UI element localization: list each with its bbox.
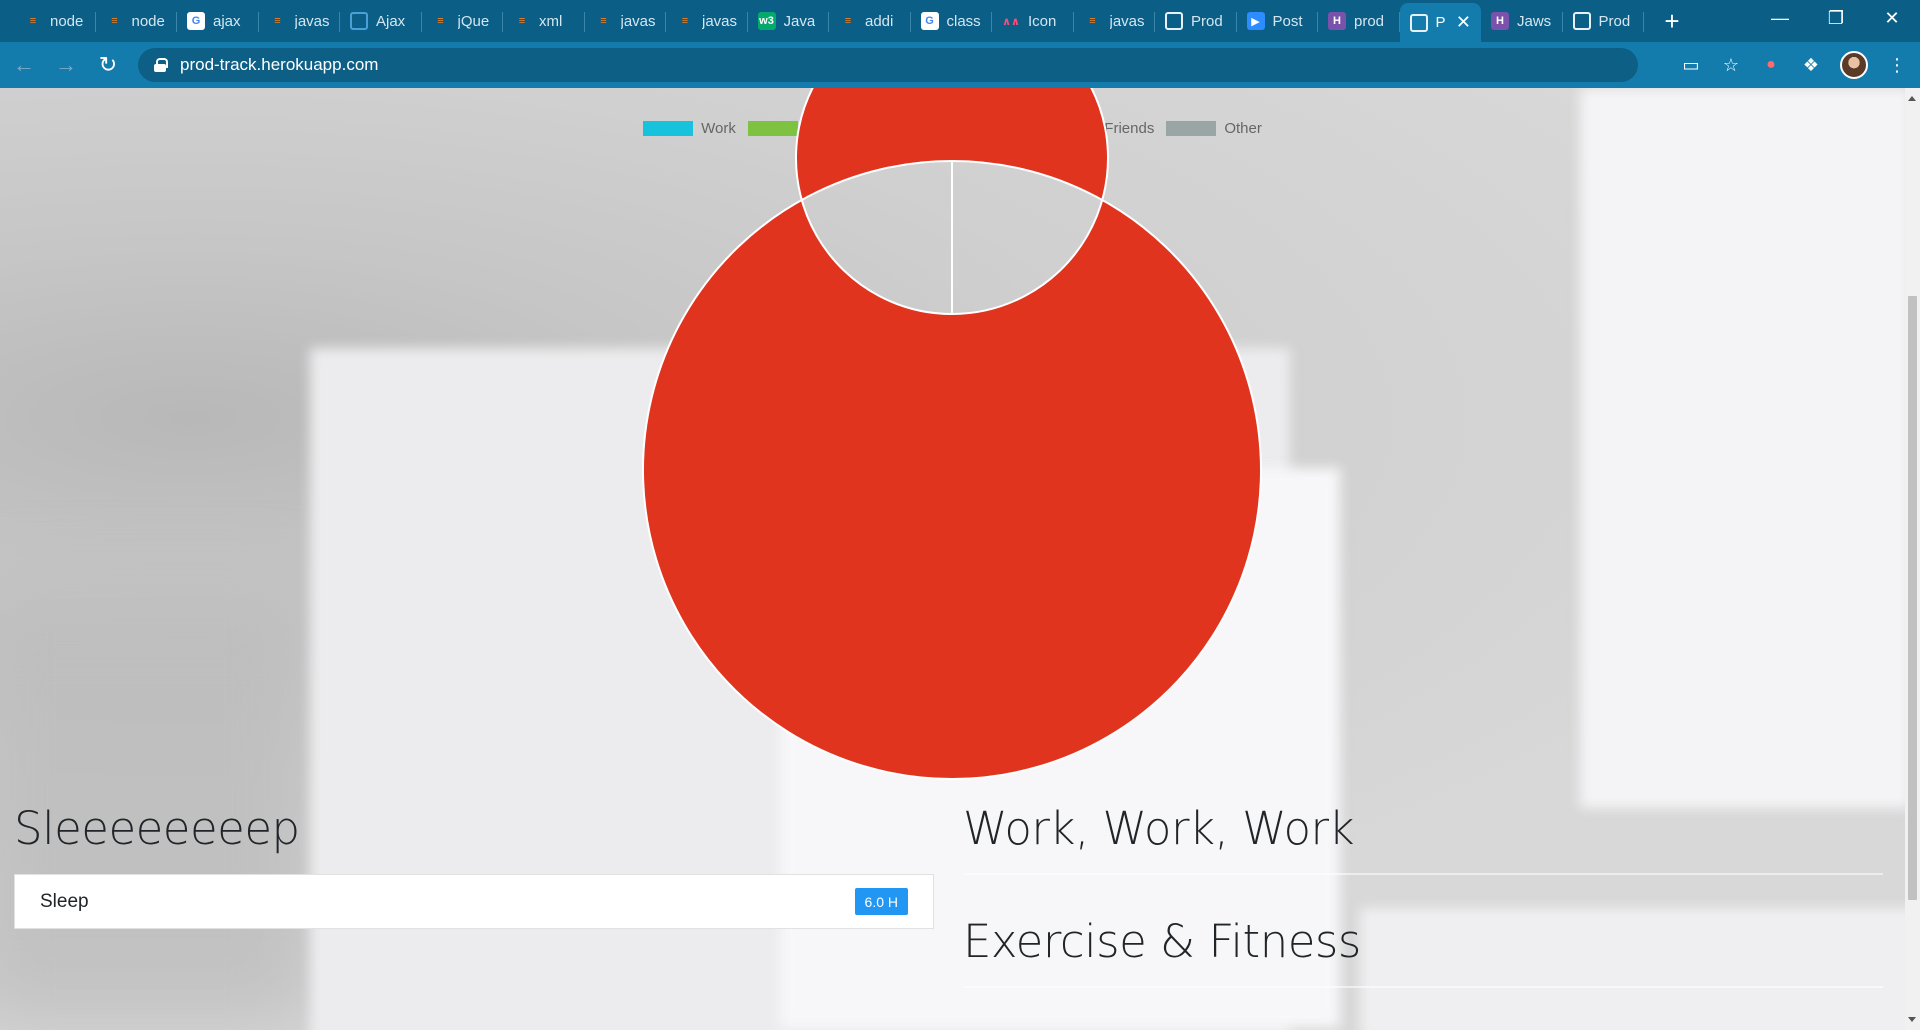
extensions-puzzle-icon[interactable]: ❖ — [1800, 54, 1822, 76]
toolbar-actions: ▭ ☆ ● ❖ ⋮ — [1680, 42, 1908, 88]
stackoverflow-icon: ≡ — [274, 15, 281, 27]
new-tab-button[interactable]: + — [1656, 5, 1688, 37]
minimize-icon[interactable]: — — [1752, 0, 1808, 36]
tab-title: Jaws — [1517, 12, 1552, 30]
tab-title: xml — [539, 12, 563, 30]
tab-title: Java — [783, 12, 816, 30]
w3schools-icon: w3 — [757, 12, 776, 30]
scroll-down-icon[interactable] — [1908, 1017, 1916, 1022]
browser-tab[interactable]: P ✕ — [1399, 3, 1481, 42]
reload-icon[interactable]: ↻ — [90, 47, 126, 83]
browser-tab[interactable]: H Jaws — [1481, 3, 1563, 39]
stackoverflow-icon: ≡ — [437, 15, 444, 27]
stackoverflow-icon: ≡ — [844, 15, 852, 27]
tab-title: Prod — [1598, 12, 1631, 30]
address-bar[interactable]: prod-track.herokuapp.com — [138, 48, 1638, 82]
browser-tab[interactable]: ≡ xml — [503, 3, 585, 39]
browser-tab[interactable]: ≡ javas — [666, 3, 748, 39]
globe-icon — [1165, 12, 1183, 30]
url-text[interactable]: prod-track.herokuapp.com — [180, 55, 378, 75]
stackoverflow-icon: ≡ — [29, 15, 37, 27]
heroku-icon: H — [1491, 12, 1509, 30]
browser-tab[interactable]: ∧∧ Icon — [992, 3, 1074, 39]
tab-list: ≡ node ≡ node Gajax ≡ javas Ajax ≡ jQue ≡ xml ≡ javas… — [0, 0, 1644, 42]
tab-title: Icon — [1028, 12, 1057, 30]
work-divider — [963, 873, 1883, 875]
browser-tab[interactable]: ≡ addi — [829, 3, 911, 39]
sleep-item-label: Sleep — [40, 890, 89, 912]
browser-tab[interactable]: ≡ jQue — [422, 3, 504, 39]
browser-tab-strip: ≡ node ≡ node Gajax ≡ javas Ajax ≡ jQue ≡ xml ≡ javas… — [0, 0, 1920, 42]
browser-tab[interactable]: Gclass — [911, 3, 993, 39]
tab-title: Ajax — [376, 12, 406, 30]
sleep-section-title: Sleeeeeeeep — [14, 802, 300, 855]
tab-title: jQue — [457, 12, 490, 30]
browser-tab[interactable]: Prod — [1563, 3, 1645, 39]
tab-title: addi — [865, 12, 894, 30]
tab-title: prod — [1354, 12, 1385, 30]
tab-title: javas — [620, 12, 656, 30]
vertical-scrollbar[interactable] — [1905, 88, 1920, 1030]
tab-title: javas — [294, 12, 330, 30]
scroll-up-icon[interactable] — [1908, 96, 1916, 101]
kebab-menu-icon[interactable]: ⋮ — [1886, 54, 1908, 76]
globe-icon — [1572, 12, 1591, 30]
browser-tab[interactable]: w3 Java — [748, 3, 830, 39]
globe-icon — [1409, 13, 1428, 32]
heroku-icon: H — [1328, 12, 1346, 30]
profile-avatar[interactable] — [1840, 51, 1868, 79]
browser-tab[interactable]: Ajax — [340, 3, 422, 39]
bookmark-star-icon[interactable]: ☆ — [1720, 54, 1742, 76]
sleep-list-item: Sleep 6.0 H — [14, 874, 934, 929]
stackoverflow-icon: ≡ — [681, 15, 689, 27]
tab-title: class — [946, 12, 981, 30]
browser-toolbar: ← → ↻ prod-track.herokuapp.com ▭ ☆ ● ❖ ⋮ — [0, 42, 1920, 88]
page-viewport: WorkExerciseSleepFamily & FriendsOther S… — [0, 88, 1905, 1030]
tab-title: ajax — [213, 12, 241, 30]
browser-tab[interactable]: Hprod — [1318, 3, 1400, 39]
tab-title: Post — [1272, 12, 1303, 30]
zoom-icon: ▶ — [1246, 12, 1265, 30]
tab-title: P — [1435, 14, 1446, 31]
browser-tab[interactable]: ≡ javas — [1074, 3, 1156, 39]
window-controls: — ❐ ✕ — [1752, 0, 1920, 36]
google-icon: G — [187, 12, 205, 30]
browser-tab[interactable]: ≡ javas — [585, 3, 667, 39]
google-icon: G — [920, 12, 939, 30]
tab-title: node — [50, 12, 84, 30]
tab-title: javas — [1109, 12, 1145, 30]
close-window-icon[interactable]: ✕ — [1864, 0, 1920, 36]
restore-icon[interactable]: ❐ — [1808, 0, 1864, 36]
tab-title: javas — [702, 12, 738, 30]
work-section-title: Work, Work, Work — [963, 802, 1355, 855]
stackoverflow-icon: ≡ — [518, 15, 526, 27]
browser-tab[interactable]: ≡ node — [96, 3, 178, 39]
hours-badge: 6.0 H — [854, 888, 908, 915]
circle-icon — [350, 12, 368, 30]
close-tab-icon[interactable]: ✕ — [1456, 12, 1471, 33]
forward-arrow-icon[interactable]: → — [48, 47, 84, 83]
browser-tab[interactable]: Gajax — [177, 3, 259, 39]
exercise-divider — [963, 986, 1883, 988]
stackoverflow-icon: ≡ — [111, 15, 118, 27]
browser-tab[interactable]: ▶ Post — [1237, 3, 1319, 39]
browser-tab[interactable]: Prod — [1155, 3, 1237, 39]
scrollbar-thumb[interactable] — [1908, 296, 1917, 900]
back-arrow-icon[interactable]: ← — [6, 47, 42, 83]
stackoverflow-icon: ≡ — [1089, 15, 1096, 27]
stackoverflow-icon: ≡ — [600, 15, 607, 27]
browser-tab[interactable]: ≡ javas — [259, 3, 341, 39]
screen-record-icon[interactable]: ● — [1760, 54, 1782, 76]
tab-title: Prod — [1191, 12, 1223, 30]
cast-icon[interactable]: ▭ — [1680, 54, 1702, 76]
icons-site-icon: ∧∧ — [1002, 15, 1020, 28]
tab-title: node — [131, 12, 165, 30]
browser-tab[interactable]: ≡ node — [14, 3, 96, 39]
lock-icon[interactable] — [154, 58, 168, 72]
exercise-section-title: Exercise & Fitness — [963, 915, 1361, 968]
